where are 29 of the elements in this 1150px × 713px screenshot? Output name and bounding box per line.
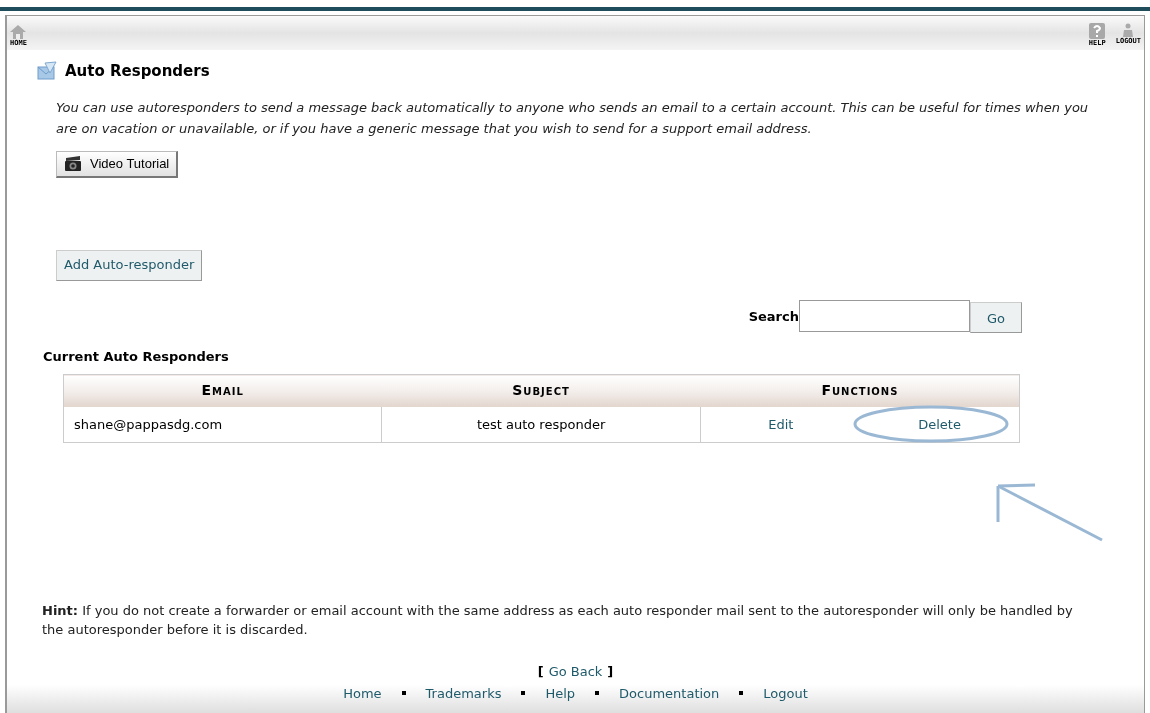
bracket: [ <box>537 663 544 681</box>
table-cell: shane@pappasdg.com <box>63 406 382 443</box>
page-title: Auto Responders <box>65 61 210 82</box>
help-icon <box>1089 23 1106 39</box>
column-header: Functions <box>700 374 1020 407</box>
go-back-link[interactable]: Go Back <box>548 662 603 682</box>
column-header: Subject <box>381 374 701 407</box>
search-field[interactable] <box>799 299 970 332</box>
column-header: Email <box>63 374 382 407</box>
mail-icon <box>37 61 57 82</box>
description-text: You can use autoresponders to send a message back automatically to anyone who sends an email to a certain account. This can be useful for times when you are on vacation or unavailable, or if you have a generic message that you wish to send for a support email address. <box>56 98 1090 138</box>
edit-link[interactable]: Edit <box>768 414 794 434</box>
table-cell: test auto responder <box>381 406 701 443</box>
search-label: Search <box>748 307 799 326</box>
camera-icon <box>64 155 82 172</box>
hint-text: Hint: If you do not create a forwarder or email account with the same address as each auto responder mail sent to the autoresponder will only be handled by the autoresponder before it is discarded. <box>42 602 1074 639</box>
person-icon <box>1121 23 1136 37</box>
go-button[interactable]: Go <box>970 301 1022 333</box>
delete-link[interactable]: Delete <box>918 414 961 434</box>
add-auto-responder-button[interactable]: Add Auto-responder <box>56 249 203 281</box>
footer-link[interactable]: Logout <box>763 685 808 702</box>
footer-link[interactable]: Trademarks <box>425 685 502 702</box>
home-icon <box>10 25 27 39</box>
video-tutorial-button[interactable]: Video Tutorial <box>56 150 179 178</box>
footer-link[interactable]: Help <box>545 685 576 702</box>
footer-link[interactable]: Documentation <box>619 685 720 702</box>
footer-link[interactable]: Home <box>343 685 382 702</box>
table-title: Current Auto Responders <box>43 347 230 366</box>
bracket: ] <box>607 663 614 681</box>
